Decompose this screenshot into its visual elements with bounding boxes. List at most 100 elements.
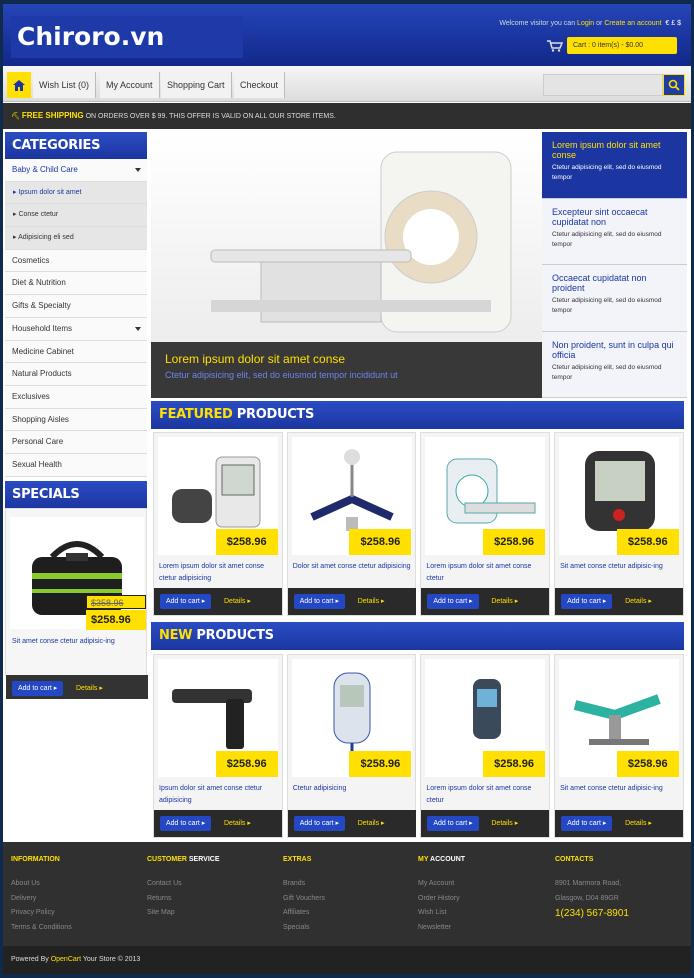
login-link[interactable]: Login (577, 20, 594, 27)
product-price: $258.96 (616, 529, 679, 555)
category-item[interactable]: Baby & Child Care (5, 159, 147, 182)
special-price: $258.96 (86, 609, 146, 630)
footer-link[interactable]: Specials (283, 921, 413, 936)
details-link[interactable]: Details ▸ (358, 816, 385, 831)
footer-link[interactable]: Terms & Conditions (11, 921, 141, 936)
hero-slider[interactable]: Lorem ipsum dolor sit amet conse Ctetur … (151, 132, 542, 398)
details-link[interactable]: Details ▸ (224, 816, 251, 831)
home-button[interactable] (7, 72, 31, 98)
footer-heading: CUSTOMER SERVICE (147, 856, 220, 863)
footer-heading: CONTACTS (555, 856, 594, 863)
add-to-cart-button[interactable]: Add to cart ▸ (293, 816, 345, 831)
nav-my-account[interactable]: My Account (100, 72, 160, 98)
logo[interactable]: Chiroro.vn (11, 16, 243, 58)
search-input[interactable] (543, 74, 663, 96)
product-actions: Add to cart ▸ Details ▸ (421, 810, 550, 837)
category-item[interactable]: Cosmetics (5, 249, 147, 273)
product-card: $258.96 Sit amet conse ctetur adipisic-i… (554, 432, 684, 616)
currency-switch[interactable]: € £ $ (665, 20, 681, 27)
footer-customer-service: CUSTOMER SERVICE Contact Us Returns Site… (147, 856, 277, 921)
footer-link[interactable]: Site Map (147, 906, 277, 921)
add-to-cart-button[interactable]: Add to cart ▸ (12, 680, 64, 696)
shipping-text: ON ORDERS OVER $ 99. THIS OFFER IS VALID… (85, 113, 336, 120)
slide-tab[interactable]: Lorem ipsum dolor sit amet conse Ctetur a… (542, 132, 687, 199)
opencart-link[interactable]: OpenCart (51, 956, 81, 963)
ct-scanner-image (210, 151, 512, 333)
new-products-grid: $258.96 Ipsum dolor sit amet conse ctetu… (153, 654, 684, 838)
footer-link[interactable]: Order History (418, 892, 548, 907)
welcome-text: Welcome visitor you can (499, 20, 576, 27)
footer-link[interactable]: Contact Us (147, 877, 277, 892)
product-actions: Add to cart ▸ Details ▸ (555, 810, 684, 837)
product-price: $258.96 (215, 529, 278, 555)
category-item[interactable]: Sexual Health (5, 453, 147, 477)
special-old-price: $358.96 (86, 594, 146, 609)
footer-link[interactable]: Wish List (418, 906, 548, 921)
nav-shopping-cart[interactable]: Shopping Cart (161, 72, 232, 98)
add-to-cart-button[interactable]: Add to cart ▸ (561, 816, 613, 831)
category-item[interactable]: Exclusives (5, 385, 147, 409)
category-item[interactable]: Diet & Nutrition (5, 272, 147, 296)
add-to-cart-button[interactable]: Add to cart ▸ (160, 816, 212, 831)
category-item[interactable]: Personal Care (5, 431, 147, 454)
search-button[interactable] (663, 74, 685, 96)
page: Chiroro.vn Welcome visitor you can Login… (3, 4, 691, 974)
cart-widget[interactable]: Cart : 0 item(s) - $0.00 (547, 37, 677, 54)
product-price: $258.96 (483, 751, 546, 777)
cart-button[interactable]: Cart : 0 item(s) - $0.00 (567, 37, 677, 54)
special-description[interactable]: Sit amet conse ctetur adipisic-ing (12, 636, 142, 647)
details-link[interactable]: Details ▸ (491, 594, 518, 609)
product-name[interactable]: Ctetur adipisicing (293, 783, 413, 795)
details-link[interactable]: Details ▸ (76, 681, 103, 696)
footer-contacts: CONTACTS 8901 Marmora Road, Glasgow, D04… (555, 856, 685, 919)
slide-tab[interactable]: Excepteur sint occaecat cupidatat non Cte… (542, 199, 687, 265)
details-link[interactable]: Details ▸ (625, 594, 652, 609)
details-link[interactable]: Details ▸ (224, 594, 251, 609)
footer-link[interactable]: Newsletter (418, 921, 548, 936)
details-link[interactable]: Details ▸ (491, 816, 518, 831)
product-name[interactable]: Lorem ipsum dolor sit amet conse ctetur … (159, 561, 279, 585)
product-name[interactable]: Lorem ipsum dolor sit amet conse ctetur (426, 783, 546, 807)
product-card: $258.96 Dolor sit amet conse ctetur adip… (286, 432, 417, 616)
add-to-cart-button[interactable]: Add to cart ▸ (293, 594, 345, 609)
slide-tab[interactable]: Non proident, sunt in culpa qui officia C… (542, 332, 687, 398)
nav-checkout[interactable]: Checkout (234, 72, 286, 98)
category-item[interactable]: Gifts & Specialty (5, 295, 147, 318)
category-item[interactable]: Natural Products (5, 363, 147, 386)
product-name[interactable]: Sit amet conse ctetur adipisic-ing (560, 561, 680, 573)
footer-link[interactable]: Privacy Policy (11, 906, 141, 921)
details-link[interactable]: Details ▸ (358, 594, 385, 609)
shipping-bold: FREE SHIPPING (21, 111, 84, 120)
product-price: $258.96 (349, 751, 412, 777)
product-name[interactable]: Sit amet conse ctetur adipisic-ing (560, 783, 680, 795)
add-to-cart-button[interactable]: Add to cart ▸ (561, 594, 613, 609)
create-account-link[interactable]: Create an account (604, 20, 661, 27)
footer-link[interactable]: Gift Vouchers (283, 892, 413, 907)
subcategory-item[interactable]: ▸ Ipsum dolor sit amet (5, 181, 147, 205)
add-to-cart-button[interactable]: Add to cart ▸ (427, 816, 479, 831)
product-actions: Add to cart ▸ Details ▸ (555, 588, 684, 615)
footer-link[interactable]: Affiliates (283, 906, 413, 921)
footer-link[interactable]: About Us (11, 877, 141, 892)
header: Chiroro.vn Welcome visitor you can Login… (3, 4, 691, 66)
add-to-cart-button[interactable]: Add to cart ▸ (427, 594, 479, 609)
nav-wishlist[interactable]: Wish List (0) (33, 72, 97, 98)
product-name[interactable]: Dolor sit amet conse ctetur adipisicing (293, 561, 413, 573)
main-nav: Wish List (0) My Account Shopping Cart C… (3, 66, 691, 102)
subcategory-item[interactable]: ▸ Conse ctetur (5, 204, 147, 228)
footer-link[interactable]: Brands (283, 877, 413, 892)
footer-information: INFORMATION About Us Delivery Privacy Po… (11, 856, 141, 935)
details-link[interactable]: Details ▸ (625, 816, 652, 831)
footer-link[interactable]: My Account (418, 877, 548, 892)
category-item[interactable]: Medicine Cabinet (5, 340, 147, 364)
subcategory-item[interactable]: ▸ Adipisicing eli sed (5, 227, 147, 250)
category-item[interactable]: Shopping Aisles (5, 408, 147, 432)
product-name[interactable]: Lorem ipsum dolor sit amet conse ctetur (426, 561, 546, 585)
add-to-cart-button[interactable]: Add to cart ▸ (160, 594, 212, 609)
product-name[interactable]: Ipsum dolor sit amet conse ctetur adipis… (159, 783, 279, 807)
footer-link[interactable]: Delivery (11, 892, 141, 907)
category-item[interactable]: Household Items (5, 317, 147, 341)
footer-link[interactable]: Returns (147, 892, 277, 907)
slide-tab[interactable]: Occaecat cupidatat non proident Ctetur ad… (542, 265, 687, 332)
categories-heading: CATEGORIES (5, 132, 147, 159)
